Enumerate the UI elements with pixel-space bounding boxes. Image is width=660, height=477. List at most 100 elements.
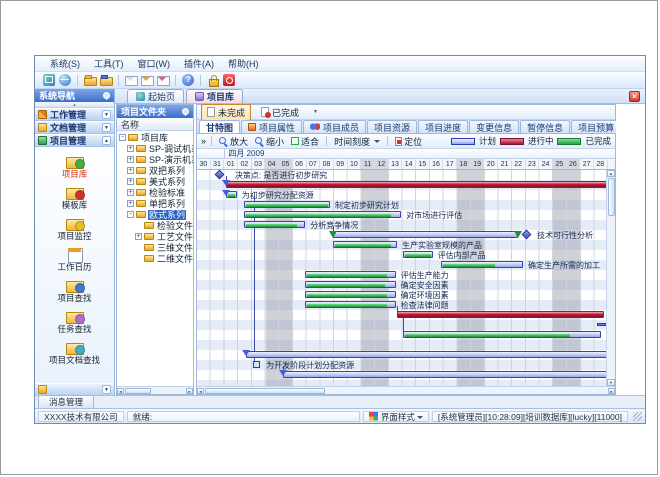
tree-node[interactable]: 检验文件 bbox=[117, 220, 193, 231]
chevron-down-icon[interactable]: ▼ bbox=[102, 110, 111, 119]
lock-icon[interactable] bbox=[207, 74, 219, 86]
gantt-bar[interactable] bbox=[244, 201, 330, 208]
doc-tab-start-page[interactable]: 起始页 bbox=[127, 89, 184, 103]
sidebar-item-work-calendar[interactable]: 工作日历 bbox=[35, 244, 114, 275]
overflow-chevron-icon[interactable]: » bbox=[201, 136, 206, 146]
tree-hscrollbar[interactable]: ◄ ► bbox=[117, 386, 193, 394]
tab-project-properties[interactable]: 项目属性 bbox=[241, 120, 302, 133]
sidebar-item-project-search[interactable]: 项目查找 bbox=[35, 275, 114, 306]
gantt-bar[interactable] bbox=[333, 241, 397, 248]
resize-grip[interactable] bbox=[633, 412, 642, 421]
gantt-bar[interactable] bbox=[403, 331, 602, 338]
sidebar-item-project-doc-search[interactable]: 项目文档查找 bbox=[35, 337, 114, 368]
scroll-up-icon[interactable]: ▲ bbox=[607, 170, 615, 177]
gantt-bar[interactable] bbox=[283, 371, 606, 378]
tree-node[interactable]: +检验标准 bbox=[117, 187, 193, 198]
sidebar-section-document-management[interactable]: 文档管理▼ bbox=[35, 121, 114, 134]
menu-item-system[interactable]: 系统(S) bbox=[43, 56, 87, 71]
gantt-bar[interactable] bbox=[403, 251, 433, 258]
gantt-bar[interactable] bbox=[441, 261, 523, 268]
sidebar-item-template-library[interactable]: 模板库 bbox=[35, 182, 114, 213]
sidebar-item-project-monitor[interactable]: 项目监控 bbox=[35, 213, 114, 244]
scroll-thumb[interactable] bbox=[205, 388, 325, 394]
sidebar-item-project-library[interactable]: 项目库 bbox=[35, 151, 114, 182]
tree-node[interactable]: +SP-演示机系 bbox=[117, 154, 193, 165]
power-icon[interactable] bbox=[223, 74, 235, 86]
pin-icon[interactable] bbox=[181, 108, 189, 116]
tree-node[interactable]: +SP-调试机系 bbox=[117, 143, 193, 154]
expander-icon[interactable]: + bbox=[127, 145, 134, 152]
scroll-thumb[interactable] bbox=[608, 178, 615, 216]
tab-gantt[interactable]: 甘特图 bbox=[199, 120, 240, 133]
timescale-dropdown[interactable]: 时间刻度 bbox=[332, 135, 382, 148]
expander-icon[interactable]: + bbox=[127, 156, 134, 163]
gantt-chart[interactable]: 决策点: 是否进行初步研究为初步研究分配资源制定初步研究计划对市场进行评估分析竞… bbox=[197, 170, 606, 386]
gantt-bar[interactable] bbox=[305, 301, 395, 308]
tree-node[interactable]: +工艺文件 bbox=[117, 231, 193, 242]
gantt-bar[interactable] bbox=[305, 281, 395, 288]
scroll-left-icon[interactable]: ◄ bbox=[197, 388, 204, 394]
zoom-out-button[interactable]: 缩小 bbox=[253, 135, 286, 148]
mail-settings-icon[interactable] bbox=[141, 74, 153, 86]
gantt-bar[interactable] bbox=[397, 311, 604, 318]
folder-save-icon[interactable] bbox=[100, 74, 112, 86]
scroll-down-icon[interactable]: ▼ bbox=[607, 379, 615, 386]
scroll-thumb[interactable] bbox=[125, 388, 151, 394]
sidebar-section-collapsed[interactable]: ▼ bbox=[35, 383, 114, 395]
tree-node[interactable]: -欧式系列 bbox=[117, 209, 193, 220]
tree-column-header[interactable]: 名称 bbox=[117, 118, 193, 131]
tab-project-members[interactable]: 项目成员 bbox=[303, 120, 366, 133]
tree-node[interactable]: +美式系列 bbox=[117, 176, 193, 187]
chevron-down-icon[interactable]: ▼ bbox=[102, 123, 111, 132]
globe-icon[interactable] bbox=[59, 74, 71, 86]
zoom-in-button[interactable]: 放大 bbox=[217, 135, 250, 148]
tab-project-resources[interactable]: 项目资源 bbox=[367, 120, 417, 133]
ui-style-button[interactable]: 界面样式 bbox=[363, 411, 429, 422]
expander-icon[interactable]: + bbox=[127, 178, 134, 185]
expander-icon[interactable]: + bbox=[127, 189, 134, 196]
doc-tab-project-library[interactable]: 项目库 bbox=[186, 89, 243, 103]
expander-icon[interactable]: + bbox=[127, 200, 134, 207]
expander-icon[interactable]: - bbox=[119, 134, 126, 141]
sidebar-section-work-management[interactable]: 工作管理▼ bbox=[35, 108, 114, 121]
scroll-right-icon[interactable]: ► bbox=[186, 388, 193, 394]
folder-open-icon[interactable] bbox=[84, 74, 96, 86]
sidebar-section-project-management[interactable]: 项目管理▲ bbox=[35, 134, 114, 147]
scroll-right-icon[interactable]: ► bbox=[608, 388, 615, 394]
chevron-down-icon[interactable]: ▼ bbox=[313, 109, 318, 115]
locate-button[interactable]: 定位 bbox=[393, 135, 424, 148]
gantt-bar[interactable] bbox=[305, 291, 395, 298]
filter-completed-button[interactable]: 已完成 bbox=[255, 104, 305, 121]
expander-icon[interactable]: + bbox=[135, 233, 142, 240]
gantt-bar[interactable] bbox=[244, 221, 306, 228]
tree-node[interactable]: +双把系列 bbox=[117, 165, 193, 176]
tab-change-info[interactable]: 变更信息 bbox=[469, 120, 519, 133]
menu-item-plugins[interactable]: 插件(A) bbox=[177, 56, 221, 71]
gantt-vscrollbar[interactable]: ▲ ▼ bbox=[606, 170, 615, 386]
tab-message-management[interactable]: 消息管理 bbox=[38, 395, 94, 408]
tab-project-budget[interactable]: 项目预算 bbox=[571, 120, 621, 133]
expander-icon[interactable]: - bbox=[127, 211, 134, 218]
tree-node[interactable]: -项目库 bbox=[117, 132, 193, 143]
summary-bar[interactable] bbox=[333, 231, 518, 238]
monitor-icon[interactable] bbox=[43, 74, 55, 86]
scroll-left-icon[interactable]: ◄ bbox=[117, 388, 124, 394]
tab-project-progress[interactable]: 项目进度 bbox=[418, 120, 468, 133]
gantt-bar[interactable] bbox=[226, 181, 606, 188]
gantt-bar[interactable] bbox=[246, 351, 606, 358]
gantt-bar[interactable] bbox=[305, 271, 395, 278]
menu-item-tools[interactable]: 工具(T) bbox=[87, 56, 131, 71]
close-icon[interactable]: × bbox=[629, 91, 640, 102]
chevron-down-icon[interactable]: ▼ bbox=[102, 385, 111, 394]
tree-node[interactable]: 二维文件 bbox=[117, 253, 193, 264]
help-icon[interactable] bbox=[182, 74, 194, 86]
tab-pause-info[interactable]: 暂停信息 bbox=[520, 120, 570, 133]
mail-user-icon[interactable] bbox=[157, 74, 169, 86]
fit-button[interactable]: 适合 bbox=[289, 135, 321, 148]
sidebar-item-task-search[interactable]: 任务查找 bbox=[35, 306, 114, 337]
menu-item-help[interactable]: 帮助(H) bbox=[221, 56, 266, 71]
pin-icon[interactable] bbox=[102, 92, 110, 100]
task-marker[interactable] bbox=[253, 361, 260, 368]
filter-incomplete-button[interactable]: 未完成 bbox=[201, 104, 251, 121]
expander-icon[interactable]: + bbox=[127, 167, 134, 174]
